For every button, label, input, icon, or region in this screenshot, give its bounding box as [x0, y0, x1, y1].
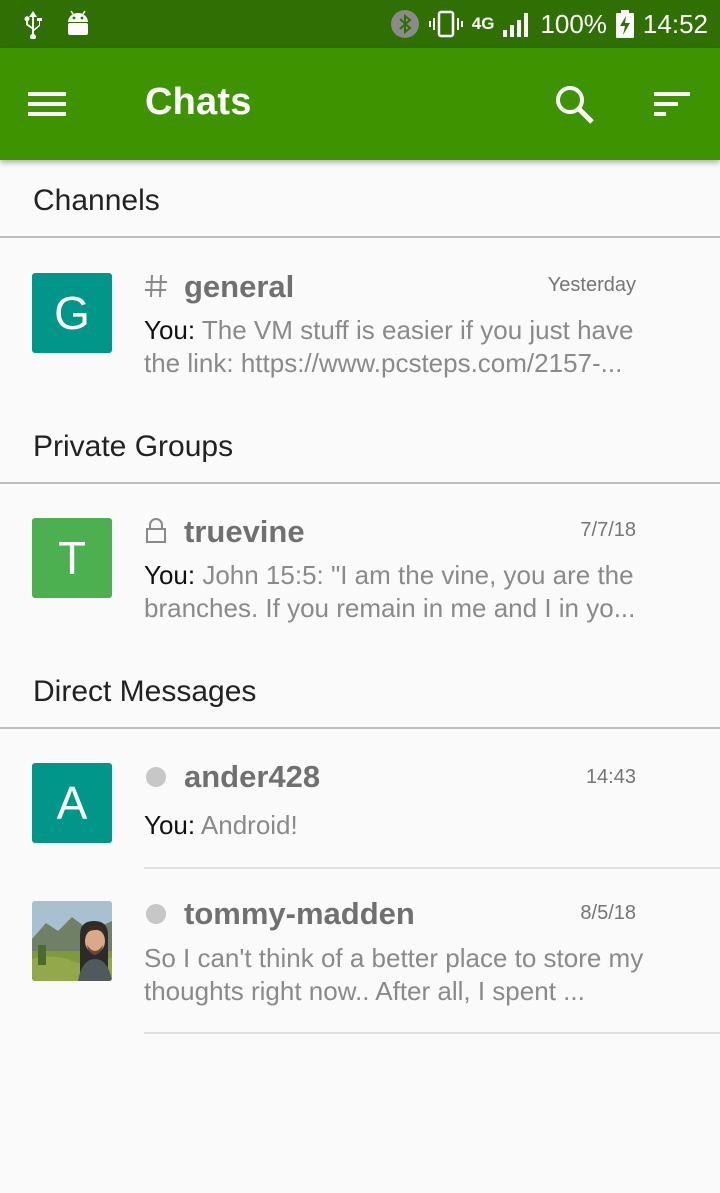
- chat-timestamp: 14:43: [585, 766, 636, 788]
- avatar: G: [32, 273, 112, 353]
- avatar: T: [32, 518, 112, 598]
- section-header-channels: Channels: [0, 162, 720, 238]
- chat-preview: You: The VM stuff is easier if you just …: [144, 314, 674, 380]
- section-header-direct-messages: Direct Messages: [0, 653, 720, 729]
- chat-timestamp: Yesterday: [547, 274, 636, 296]
- hamburger-menu-icon[interactable]: [28, 81, 84, 127]
- message-text: Android!: [195, 810, 298, 840]
- chat-timestamp: 7/7/18: [580, 519, 636, 541]
- offline-status-icon: [146, 767, 166, 787]
- avatar: A: [32, 763, 112, 843]
- chat-row-truevine[interactable]: T truevine 7/7/18 You: John 15:5: "I am …: [0, 485, 720, 651]
- chat-preview: You: John 15:5: "I am the vine, you are …: [144, 559, 674, 625]
- usb-icon: [20, 9, 46, 39]
- clock: 14:52: [642, 8, 708, 39]
- app-toolbar: Chats: [0, 48, 720, 160]
- hashtag-icon: [144, 273, 168, 304]
- sender-label: You:: [144, 560, 196, 590]
- chat-name: truevine: [184, 514, 305, 549]
- chat-row-general[interactable]: G general Yesterday You: The VM stuff is…: [0, 240, 720, 406]
- chat-timestamp: 8/5/18: [580, 902, 636, 924]
- battery-charging-icon: [615, 9, 635, 39]
- user-photo-avatar: [32, 901, 112, 981]
- chat-name: general: [184, 269, 295, 304]
- search-icon[interactable]: [548, 78, 600, 130]
- sort-icon[interactable]: [646, 82, 698, 128]
- chat-row-tommy-madden[interactable]: tommy-madden 8/5/18 So I can't think of …: [0, 869, 720, 1033]
- section-title: Direct Messages: [33, 675, 257, 708]
- sender-label: You:: [144, 810, 196, 840]
- message-text: John 15:5: "I am the vine, you are the b…: [144, 560, 636, 623]
- section-title: Private Groups: [33, 430, 234, 463]
- offline-status-icon: [146, 904, 166, 924]
- android-icon: [64, 9, 92, 39]
- chat-preview: You: Android!: [144, 809, 674, 842]
- network-type-label: 4G: [471, 14, 495, 33]
- page-title: Chats: [145, 81, 252, 123]
- chat-name: ander428: [184, 759, 321, 794]
- row-divider: [144, 1032, 720, 1034]
- signal-icon: [502, 10, 532, 38]
- chat-preview: So I can't think of a better place to st…: [144, 943, 644, 1006]
- section-header-private-groups: Private Groups: [0, 408, 720, 484]
- battery-percent: 100%: [540, 8, 607, 39]
- vibrate-icon: [428, 9, 464, 39]
- lock-icon: [144, 518, 168, 549]
- bluetooth-icon: [390, 9, 420, 39]
- section-title: Channels: [33, 184, 160, 217]
- sender-label: You:: [144, 315, 196, 345]
- system-status-bar: 4G 100% 14:52: [0, 0, 720, 48]
- message-text: The VM stuff is easier if you just have …: [144, 315, 634, 378]
- chat-name: tommy-madden: [184, 896, 415, 931]
- chat-row-ander428[interactable]: A ander428 14:43 You: Android!: [0, 730, 720, 868]
